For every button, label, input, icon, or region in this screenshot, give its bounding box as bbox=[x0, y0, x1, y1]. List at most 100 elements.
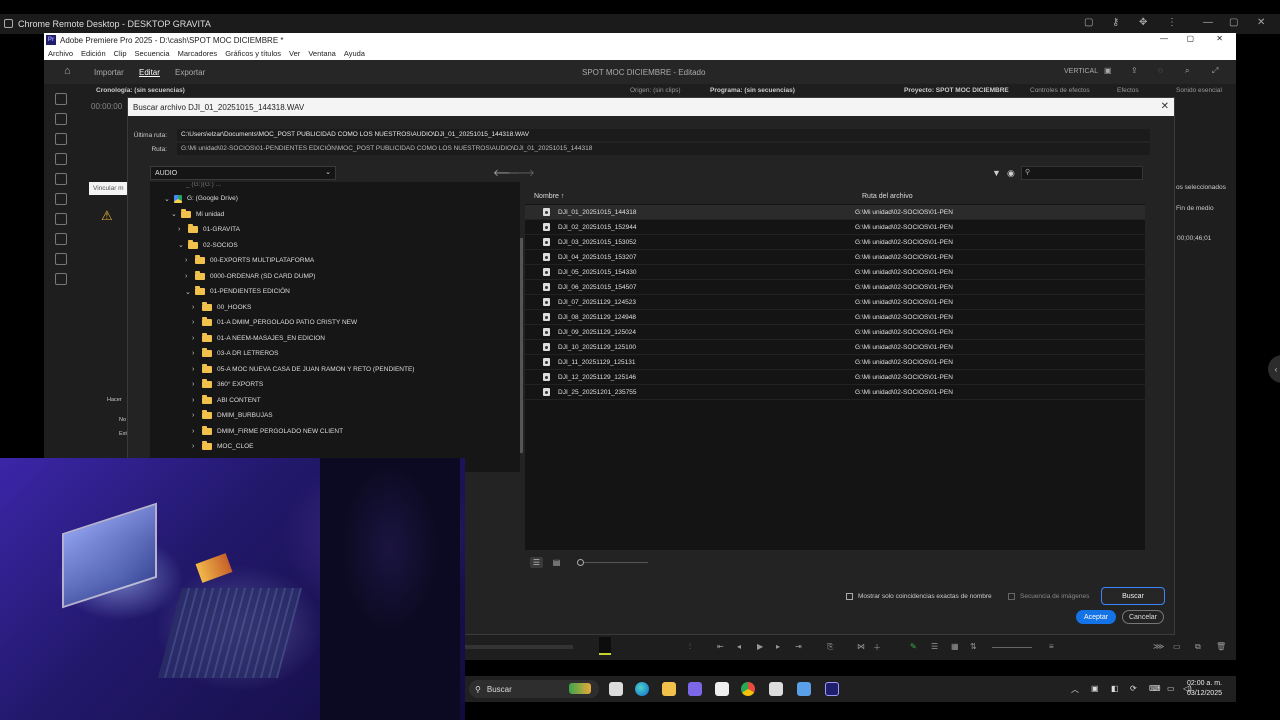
premiere-minimize-icon[interactable]: — bbox=[1160, 34, 1168, 43]
menu-edicion[interactable]: Edición bbox=[81, 49, 106, 58]
file-row[interactable]: DJI_01_20251015_144318 G:\Mi unidad\02-SO… bbox=[525, 205, 1145, 220]
tab-exportar[interactable]: Exportar bbox=[175, 68, 205, 77]
play-icon[interactable]: ▶ bbox=[757, 642, 763, 651]
generative-tool-icon[interactable] bbox=[55, 273, 67, 285]
slider-handle[interactable] bbox=[577, 559, 584, 566]
cancelar-button[interactable]: Cancelar bbox=[1122, 610, 1164, 624]
extensions-icon[interactable]: ✥ bbox=[1139, 17, 1147, 28]
file-row[interactable]: DJI_09_20251129_125024 G:\Mi unidad\02-SO… bbox=[525, 325, 1145, 340]
chevron-down-icon[interactable]: ⌄ bbox=[171, 210, 181, 218]
automate-icon[interactable]: ⋙ bbox=[1153, 642, 1164, 651]
zoom-slider[interactable] bbox=[992, 647, 1032, 648]
add-button-icon[interactable]: ＋ bbox=[873, 642, 881, 653]
go-to-out-icon[interactable]: ⇥ bbox=[795, 642, 802, 651]
rectangle-tool-icon[interactable] bbox=[55, 213, 67, 225]
file-explorer-icon[interactable] bbox=[662, 682, 676, 696]
monitor-icon[interactable]: ▭ bbox=[1167, 684, 1175, 693]
tree-item[interactable]: › 01-GRAVITA bbox=[178, 222, 240, 237]
discord-icon[interactable] bbox=[688, 682, 702, 696]
file-row[interactable]: DJI_02_20251015_152944 G:\Mi unidad\02-SO… bbox=[525, 220, 1145, 235]
timeline-panel-title[interactable]: Cronología: (sin secuencias) bbox=[96, 87, 185, 94]
chevron-right-icon[interactable]: › bbox=[192, 428, 202, 435]
tree-item[interactable]: › 01-A NEEM-MASAJES_EN EDICION bbox=[192, 331, 325, 346]
notepad-icon[interactable] bbox=[797, 682, 811, 696]
remote-app-icon[interactable] bbox=[769, 682, 783, 696]
tree-item[interactable]: › DMIM_BURBUJAS bbox=[192, 408, 273, 423]
tree-item[interactable]: ⌄ G: (Google Drive) bbox=[164, 191, 238, 206]
source-panel-title[interactable]: Origen: (sin clips) bbox=[630, 87, 681, 94]
tree-item[interactable]: › ABI CONTENT bbox=[192, 393, 261, 408]
chevron-right-icon[interactable]: › bbox=[192, 366, 202, 373]
file-row[interactable]: DJI_04_20251015_153207 G:\Mi unidad\02-SO… bbox=[525, 250, 1145, 265]
more-icon[interactable]: ⋮ bbox=[1167, 17, 1177, 28]
menu-archivo[interactable]: Archivo bbox=[48, 49, 73, 58]
file-row[interactable]: DJI_11_20251129_125131 G:\Mi unidad\02-SO… bbox=[525, 355, 1145, 370]
slip-tool-icon[interactable] bbox=[55, 173, 67, 185]
hand-tool-icon[interactable] bbox=[55, 233, 67, 245]
sort-icon[interactable]: ⇅ bbox=[970, 642, 977, 651]
network-icon[interactable]: ⟳ bbox=[1130, 684, 1137, 693]
tree-item[interactable]: › 05-A MOC NUEVA CASA DE JUAN RAMON Y RET… bbox=[192, 362, 414, 377]
share-icon[interactable]: ⇪ bbox=[1131, 66, 1138, 75]
chevron-down-icon[interactable]: ⌄ bbox=[164, 195, 174, 203]
pen-tool-icon[interactable] bbox=[55, 193, 67, 205]
taskbar-clock[interactable]: 02:00 a. m. 03/12/2025 bbox=[1187, 679, 1222, 699]
tree-item[interactable]: › 03-A DR LETREROS bbox=[192, 346, 278, 361]
image-sequence-checkbox[interactable]: Secuencia de imágenes bbox=[1008, 593, 1089, 600]
image-sequence-box[interactable] bbox=[1008, 593, 1015, 600]
task-view-icon[interactable] bbox=[609, 682, 623, 696]
step-back-icon[interactable]: ◂ bbox=[737, 642, 741, 651]
workspaces-icon[interactable]: ▣ bbox=[1104, 66, 1112, 75]
chevron-right-icon[interactable]: › bbox=[178, 226, 188, 233]
go-to-in-icon[interactable]: ⇤ bbox=[717, 642, 724, 651]
chevron-right-icon[interactable]: › bbox=[192, 381, 202, 388]
side-panel-handle[interactable]: ‹ bbox=[1268, 355, 1280, 383]
project-panel-title[interactable]: Proyecto: SPOT MOC DICIEMBRE bbox=[904, 87, 1009, 94]
location-dropdown[interactable]: AUDIO ⌄ bbox=[150, 166, 336, 180]
exact-match-checkbox[interactable]: Mostrar solo coincidencias exactas de no… bbox=[846, 593, 992, 600]
tree-item[interactable]: › 01-A DMIM_PERGOLADO PATIO CRISTY NEW bbox=[192, 315, 357, 330]
file-row[interactable]: DJI_07_20251129_124523 G:\Mi unidad\02-SO… bbox=[525, 295, 1145, 310]
step-forward-icon[interactable]: ▸ bbox=[776, 642, 780, 651]
minimize-icon[interactable]: — bbox=[1203, 17, 1213, 28]
close-icon[interactable]: ✕ bbox=[1257, 17, 1265, 28]
app-plus-icon[interactable] bbox=[715, 682, 729, 696]
ext-checkbox-label[interactable]: Ext bbox=[119, 431, 127, 437]
premiere-close-icon[interactable]: ✕ bbox=[1216, 34, 1223, 43]
menu-lines-icon[interactable]: ≡ bbox=[1049, 642, 1054, 651]
eye-icon[interactable]: ◉ bbox=[1007, 168, 1015, 179]
aceptar-button[interactable]: Aceptar bbox=[1076, 610, 1116, 624]
program-panel-title[interactable]: Programa: (sin secuencias) bbox=[710, 87, 795, 94]
grid-view-icon[interactable]: ▤ bbox=[550, 557, 563, 568]
tree-item[interactable]: › MOC_CLOE bbox=[192, 439, 253, 454]
chevron-right-icon[interactable]: › bbox=[192, 412, 202, 419]
pencil-icon[interactable]: ✎ bbox=[910, 642, 917, 651]
tree-item[interactable]: ⌄ 01-PENDIENTES EDICIÓN bbox=[185, 284, 290, 299]
menu-ayuda[interactable]: Ayuda bbox=[344, 49, 365, 58]
menu-graficos[interactable]: Gráficos y títulos bbox=[225, 49, 281, 58]
clipboard-icon[interactable]: ▢ bbox=[1084, 17, 1093, 28]
type-tool-icon[interactable] bbox=[55, 253, 67, 265]
chevron-right-icon[interactable]: › bbox=[192, 304, 202, 311]
razor-tool-icon[interactable] bbox=[55, 153, 67, 165]
tray-app2-icon[interactable]: ◧ bbox=[1111, 684, 1119, 693]
mark-in-icon[interactable]: ⫶ bbox=[689, 642, 691, 652]
chevron-right-icon[interactable]: › bbox=[192, 335, 202, 342]
chevron-down-icon[interactable]: ⌄ bbox=[185, 288, 195, 296]
file-row[interactable]: DJI_03_20251015_153052 G:\Mi unidad\02-SO… bbox=[525, 235, 1145, 250]
menu-clip[interactable]: Clip bbox=[114, 49, 127, 58]
trash-icon[interactable]: 🗑 bbox=[1216, 642, 1226, 651]
column-name[interactable]: Nombre ↑ bbox=[534, 193, 564, 200]
home-icon[interactable]: ⌂ bbox=[64, 65, 71, 77]
list-icon[interactable]: ☰ bbox=[931, 642, 938, 651]
maximize-icon[interactable]: ▢ bbox=[1229, 17, 1238, 28]
tray-app-icon[interactable]: ▣ bbox=[1091, 684, 1099, 693]
menu-marcadores[interactable]: Marcadores bbox=[178, 49, 218, 58]
file-row[interactable]: DJI_05_20251015_154330 G:\Mi unidad\02-SO… bbox=[525, 265, 1145, 280]
new-bin-icon[interactable]: ▭ bbox=[1173, 642, 1181, 651]
file-row[interactable]: DJI_06_20251015_154507 G:\Mi unidad\02-SO… bbox=[525, 280, 1145, 295]
chevron-down-icon[interactable]: ⌄ bbox=[178, 241, 188, 249]
export-frame-icon[interactable]: ⎘ bbox=[827, 642, 833, 652]
chevron-right-icon[interactable]: › bbox=[192, 443, 202, 450]
file-row[interactable]: DJI_08_20251129_124948 G:\Mi unidad\02-SO… bbox=[525, 310, 1145, 325]
